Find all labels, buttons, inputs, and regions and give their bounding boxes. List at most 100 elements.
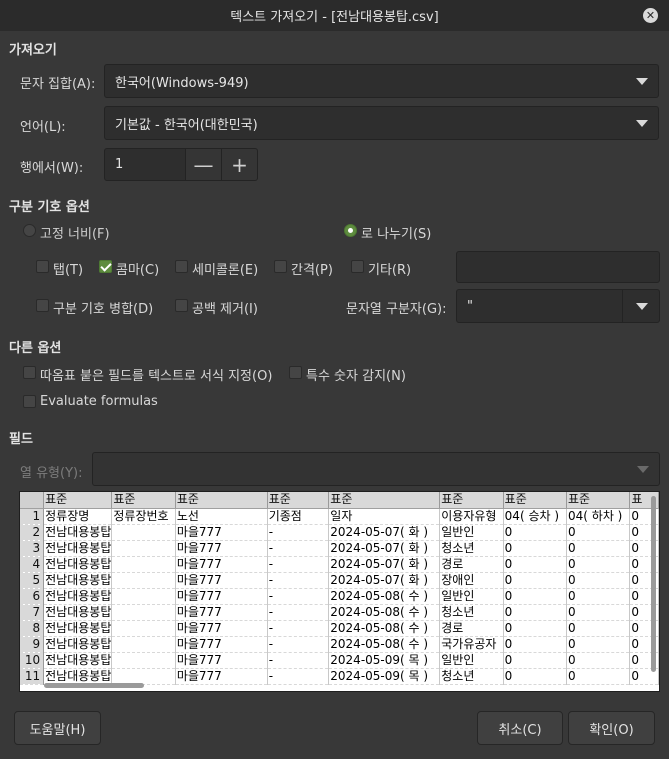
table-cell: 일반인 — [439, 652, 504, 669]
table-cell: - — [267, 572, 330, 589]
tab-checkbox[interactable] — [36, 260, 49, 273]
merge-checkbox[interactable] — [36, 299, 49, 312]
table-row: 11 전남대용봉탑 마을777-2024-05-09( 목 ) 청소년 0 0 0 — [20, 668, 659, 685]
table-cell: 기종점 — [267, 508, 330, 525]
table-cell: 0 — [503, 524, 568, 541]
table-cell: 정류장명 — [43, 508, 113, 525]
table-cell: - — [267, 620, 330, 637]
evaluate-formulas-label: Evaluate formulas — [40, 394, 158, 409]
language-value: 기본값 - 한국어(대한민국) — [115, 117, 258, 133]
table-cell: 2024-05-07( 화 ) — [328, 572, 441, 589]
semicolon-label: 세미콜론(E) — [192, 263, 259, 278]
column-type-select[interactable] — [92, 452, 660, 486]
table-cell: 0 — [566, 620, 631, 637]
table-cell: 0 — [566, 556, 631, 573]
column-type-header[interactable]: 표준 — [328, 492, 441, 509]
charset-select[interactable]: 한국어(Windows-949) — [104, 64, 659, 98]
table-cell: 0 — [566, 668, 631, 685]
close-icon[interactable]: ✕ — [643, 8, 658, 23]
string-delimiter-value: " — [467, 298, 473, 314]
table-cell: 마을777 — [175, 524, 268, 541]
table-cell: - — [267, 588, 330, 605]
table-cell: 이용자유형 — [439, 508, 504, 525]
other-separator-input[interactable] — [456, 251, 660, 283]
table-cell: 마을777 — [175, 556, 268, 573]
table-cell: - — [267, 540, 330, 557]
chevron-down-icon — [636, 120, 648, 127]
column-type-header[interactable]: 표준 — [566, 492, 631, 509]
space-checkbox[interactable] — [274, 260, 287, 273]
table-cell: 마을777 — [175, 604, 268, 621]
table-cell: 2024-05-09( 목 ) — [328, 652, 441, 669]
column-type-header[interactable]: 표준 — [439, 492, 504, 509]
table-cell — [111, 652, 176, 669]
row-number: 10 — [20, 652, 45, 669]
chevron-down-icon — [636, 78, 648, 85]
detect-special-checkbox[interactable] — [289, 366, 302, 379]
title-bar: 텍스트 가져오기 - [전남대용봉탑.csv] ✕ — [0, 0, 669, 31]
table-cell: - — [267, 668, 330, 685]
table-cell: 0 — [503, 636, 568, 653]
increment-button[interactable]: + — [221, 148, 258, 181]
fixed-width-radio[interactable] — [23, 224, 36, 237]
table-cell: 경로 — [439, 556, 504, 573]
table-cell: 일자 — [328, 508, 441, 525]
table-cell: 2024-05-07( 화 ) — [328, 556, 441, 573]
table-cell: 0 — [566, 604, 631, 621]
column-type-label: 열 유형(Y): — [20, 466, 83, 481]
table-cell: 마을777 — [175, 588, 268, 605]
preview-table: 표준 표준 표준 표준 표준 표준 표준 표준 표 1 정류장명 정류장번호 노선 기종점 일자 이용자유형 0… — [20, 492, 659, 685]
table-cell: 노선 — [175, 508, 268, 525]
language-label: 언어(L): — [20, 120, 66, 135]
section-import: 가져오기 — [9, 43, 57, 58]
column-type-header[interactable]: 표준 — [43, 492, 113, 509]
language-select[interactable]: 기본값 - 한국어(대한민국) — [104, 106, 659, 140]
comma-checkbox[interactable] — [99, 260, 112, 273]
section-fields: 필드 — [9, 432, 33, 447]
cancel-button[interactable]: 취소(C) — [477, 711, 563, 745]
table-cell: 0 — [566, 588, 631, 605]
table-cell: 전남대용봉탑 — [43, 620, 113, 637]
table-cell: 마을777 — [175, 540, 268, 557]
table-cell: - — [267, 604, 330, 621]
column-type-header[interactable]: 표준 — [267, 492, 330, 509]
tab-label: 탭(T) — [53, 263, 84, 278]
vertical-scrollbar[interactable] — [651, 496, 656, 672]
detect-special-label: 특수 숫자 감지(N) — [306, 369, 406, 384]
column-type-header[interactable]: 표준 — [503, 492, 568, 509]
fixed-width-label: 고정 너비(F) — [40, 227, 110, 242]
decrement-button[interactable]: — — [185, 148, 222, 181]
table-cell: 경로 — [439, 620, 504, 637]
table-cell: 마을777 — [175, 636, 268, 653]
table-cell: 0 — [566, 636, 631, 653]
string-delimiter-select[interactable]: " — [456, 289, 660, 323]
separated-radio[interactable] — [344, 224, 357, 237]
column-type-header[interactable]: 표준 — [111, 492, 176, 509]
chevron-down-icon — [637, 466, 649, 473]
quoted-as-text-checkbox[interactable] — [23, 366, 36, 379]
from-row-input[interactable]: 1 — [104, 148, 186, 181]
table-row: 4 전남대용봉탑 마을777-2024-05-07( 화 ) 경로 0 0 0 — [20, 556, 659, 573]
table-cell: - — [267, 556, 330, 573]
semicolon-checkbox[interactable] — [175, 260, 188, 273]
row-number: 2 — [20, 524, 45, 541]
other-checkbox[interactable] — [351, 260, 364, 273]
row-number: 6 — [20, 588, 45, 605]
table-cell: 국가유공자 — [439, 636, 504, 653]
charset-value: 한국어(Windows-949) — [115, 75, 249, 91]
table-cell: 04( 하차 ) — [566, 508, 631, 525]
preview-grid[interactable]: 표준 표준 표준 표준 표준 표준 표준 표준 표 1 정류장명 정류장번호 노선 기종점 일자 이용자유형 0… — [19, 491, 660, 692]
trim-checkbox[interactable] — [175, 299, 188, 312]
table-cell: 전남대용봉탑 — [43, 540, 113, 557]
ok-button[interactable]: 확인(O) — [568, 711, 655, 745]
table-cell: 청소년 — [439, 604, 504, 621]
table-cell — [111, 524, 176, 541]
table-row: 10 전남대용봉탑 마을777-2024-05-09( 목 ) 일반인 0 0 0 — [20, 652, 659, 669]
column-type-header[interactable]: 표준 — [175, 492, 268, 509]
table-cell: 2024-05-08( 수 ) — [328, 588, 441, 605]
evaluate-formulas-checkbox[interactable] — [23, 395, 36, 408]
table-cell: 전남대용봉탑 — [43, 524, 113, 541]
help-button[interactable]: 도움말(H) — [14, 711, 101, 745]
table-cell: 0 — [503, 604, 568, 621]
horizontal-scrollbar[interactable] — [44, 683, 144, 688]
